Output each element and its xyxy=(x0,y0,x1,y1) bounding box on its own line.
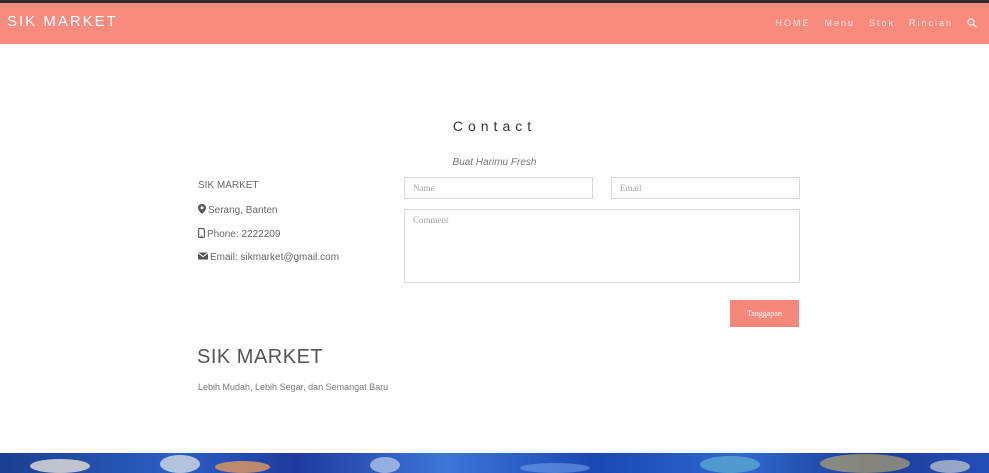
name-field[interactable] xyxy=(404,177,593,199)
top-navbar: SIK MARKET HOME Menu Stok Rincian xyxy=(0,0,989,44)
contact-title: Contact xyxy=(452,118,537,134)
koi-fish-banner-image xyxy=(0,453,989,473)
search-icon[interactable] xyxy=(967,18,977,28)
info-name: SIK MARKET xyxy=(198,180,259,191)
nav-item-menu[interactable]: Menu xyxy=(824,18,855,28)
info-email-text: Email: sikmarket@gmail.com xyxy=(210,252,340,263)
nav-item-home[interactable]: HOME xyxy=(775,18,810,28)
email-field[interactable] xyxy=(611,177,800,199)
info-email: Email: sikmarket@gmail.com xyxy=(197,252,340,263)
info-phone: Phone: 2222209 xyxy=(198,228,280,241)
envelope-icon xyxy=(197,252,210,263)
submit-button[interactable]: Tanggapan xyxy=(730,300,799,327)
map-marker-icon xyxy=(198,204,208,217)
brand-logo[interactable]: SIK MARKET xyxy=(7,13,118,30)
info-location-text: Serang, Banten xyxy=(208,205,278,216)
comment-field[interactable] xyxy=(404,209,800,283)
footer-tagline: Lebih Mudah, Lebih Segar, dan Semangat B… xyxy=(198,382,389,392)
footer-brand: SIK MARKET xyxy=(197,346,324,368)
nav-menu: HOME Menu Stok Rincian xyxy=(775,18,977,28)
nav-item-rincian[interactable]: Rincian xyxy=(909,18,953,28)
nav-item-stok[interactable]: Stok xyxy=(869,18,895,28)
info-location: Serang, Banten xyxy=(198,204,278,217)
contact-subtitle: Buat Harimu Fresh xyxy=(452,157,537,168)
info-phone-text: Phone: 2222209 xyxy=(207,229,281,240)
phone-icon xyxy=(198,228,207,241)
